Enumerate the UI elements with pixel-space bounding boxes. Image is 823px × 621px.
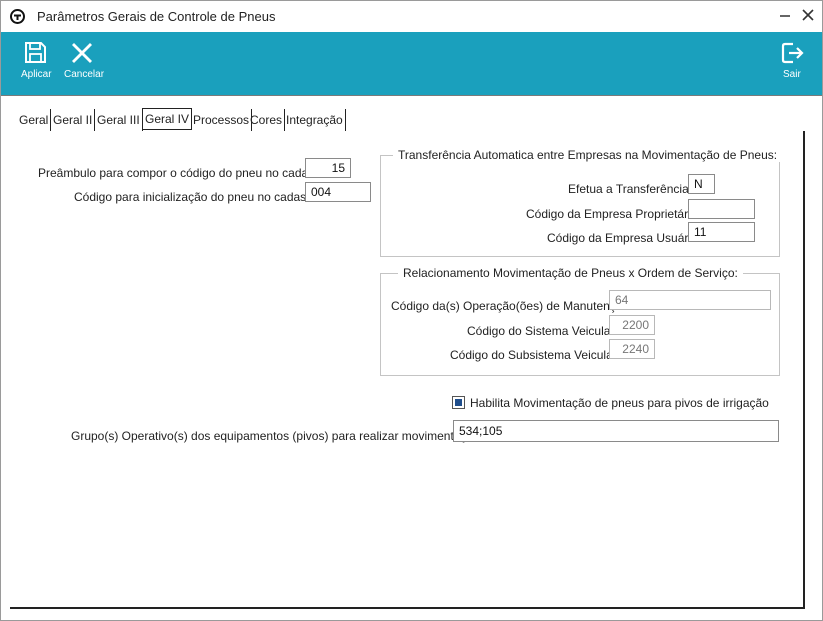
transfer-execute-label: Efetua a Transferência:	[568, 182, 693, 196]
user-company-label: Código da Empresa Usuária:	[547, 231, 702, 245]
tab-geral[interactable]: Geral	[17, 109, 52, 131]
cancel-x-icon	[72, 43, 92, 63]
apply-button[interactable]: Aplicar	[16, 32, 56, 95]
owner-company-label: Código da Empresa Proprietária:	[526, 207, 701, 221]
transfer-execute-input[interactable]	[688, 174, 715, 194]
tab-geral-iv[interactable]: Geral IV	[142, 108, 193, 130]
init-code-input[interactable]	[305, 182, 371, 202]
apply-label: Aplicar	[21, 69, 52, 80]
close-icon[interactable]	[801, 8, 815, 22]
subsystem-input[interactable]	[609, 339, 655, 359]
system-input[interactable]	[609, 315, 655, 335]
groups-input[interactable]	[453, 420, 779, 442]
preamble-label: Preâmbulo para compor o código do pneu n…	[38, 166, 332, 180]
cancel-button[interactable]: Cancelar	[61, 32, 105, 95]
window-title: Parâmetros Gerais de Controle de Pneus	[37, 9, 276, 24]
tab-processos[interactable]: Processos	[191, 109, 253, 131]
toolbar-divider	[1, 95, 822, 96]
exit-icon	[781, 42, 804, 64]
operation-label: Código da(s) Operação(ões) de Manutenção…	[391, 299, 633, 313]
tab-geral-iii[interactable]: Geral III	[95, 109, 143, 131]
exit-button[interactable]: Sair	[777, 32, 811, 95]
title-bar: Parâmetros Gerais de Controle de Pneus	[1, 1, 822, 32]
user-company-input[interactable]	[688, 222, 755, 242]
subsystem-label: Código do Subsistema Veicular:	[450, 348, 621, 362]
system-label: Código do Sistema Veicular:	[467, 324, 618, 338]
minimize-icon[interactable]	[778, 8, 792, 22]
operation-input[interactable]	[609, 290, 771, 310]
tab-cores[interactable]: Cores	[248, 109, 286, 131]
owner-company-input[interactable]	[688, 199, 755, 219]
transfer-group-title: Transferência Automatica entre Empresas …	[393, 148, 783, 162]
cancel-label: Cancelar	[64, 69, 105, 80]
pivot-checkbox-label[interactable]: Habilita Movimentação de pneus para pivo…	[470, 396, 769, 410]
toolbar: Aplicar Cancelar Sair	[1, 32, 822, 95]
preamble-input[interactable]	[305, 158, 351, 178]
window: Parâmetros Gerais de Controle de Pneus A…	[0, 0, 823, 621]
tab-geral-ii[interactable]: Geral II	[51, 109, 96, 131]
tab-integracao[interactable]: Integração	[284, 109, 346, 131]
exit-label: Sair	[783, 69, 801, 80]
groups-label: Grupo(s) Operativo(s) dos equipamentos (…	[71, 429, 484, 443]
pivot-checkbox[interactable]	[452, 396, 465, 409]
app-logo-icon	[10, 9, 25, 24]
checkbox-checked-mark	[455, 399, 462, 406]
init-code-label: Código para inicialização do pneu no cad…	[74, 190, 324, 204]
relation-group-title: Relacionamento Movimentação de Pneus x O…	[398, 266, 743, 280]
save-icon	[25, 42, 46, 63]
